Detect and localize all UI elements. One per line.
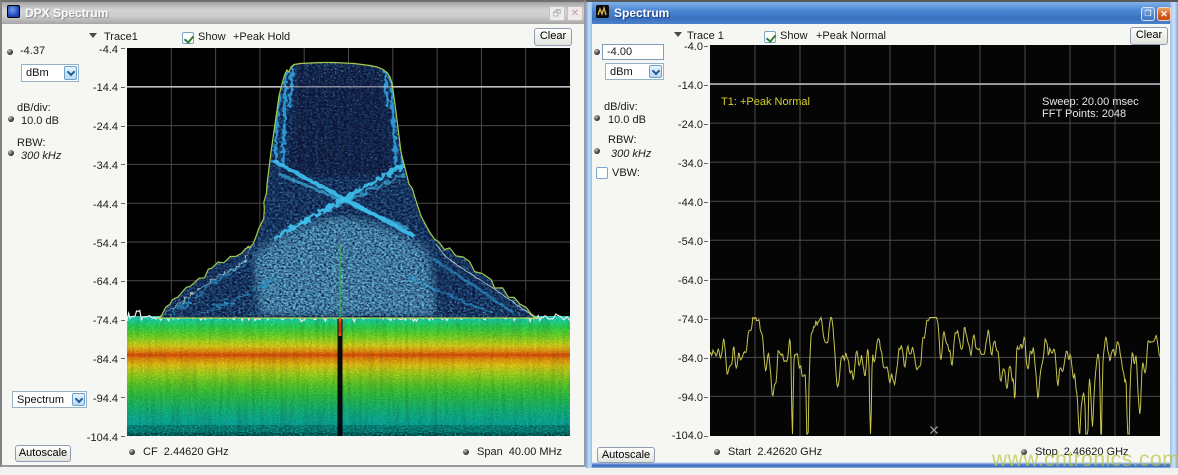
svg-text:T1: +Peak Normal: T1: +Peak Normal (721, 96, 810, 108)
svg-text:FFT Points: 2048: FFT Points: 2048 (1042, 108, 1126, 120)
svg-text:Sweep: 20.00 msec: Sweep: 20.00 msec (1042, 96, 1139, 108)
